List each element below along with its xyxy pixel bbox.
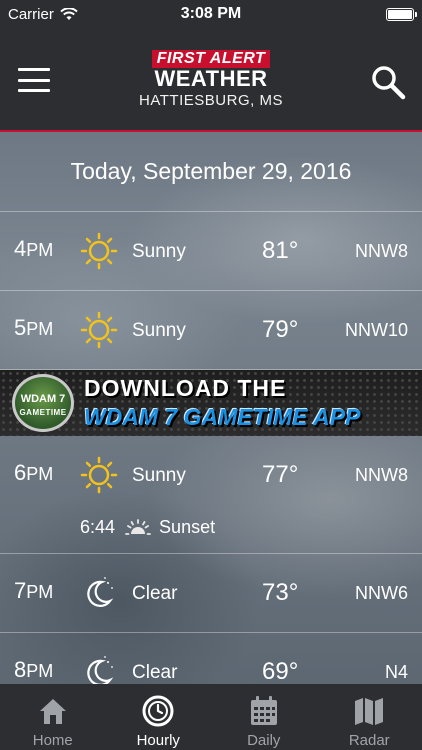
sun-icon (80, 456, 118, 494)
sun-icon (80, 311, 118, 349)
menu-button[interactable] (18, 68, 50, 92)
hour-time: 7PM (14, 578, 53, 604)
temperature: 77° (262, 461, 299, 488)
hour-time: 4PM (14, 236, 53, 262)
menu-icon-bar (18, 68, 50, 71)
hour-time: 6PM (14, 460, 53, 486)
hour-number: 4 (14, 236, 27, 261)
ad-headline: DOWNLOAD THE (84, 375, 287, 401)
ad-banner[interactable]: WDAM 7 GAMETIME DOWNLOAD THE WDAM 7 GAME… (0, 370, 422, 436)
battery-icon (386, 7, 417, 21)
sunset-info: 6:44 Sunset (80, 517, 215, 538)
moon-icon (87, 577, 114, 607)
hour-row[interactable]: 4PM Sunny 81° NNW8 (0, 212, 422, 291)
logo-bottom-text: WEATHER (154, 66, 268, 91)
wdam-logo: WDAM 7 GAMETIME (12, 374, 74, 432)
wind: NNW8 (355, 465, 408, 485)
temperature: 69° (262, 658, 299, 685)
tab-daily[interactable]: Daily (211, 684, 317, 750)
date-heading: Today, September 29, 2016 (0, 132, 422, 212)
hour-ampm: PM (26, 661, 54, 681)
tab-home[interactable]: Home (0, 684, 106, 750)
ad-subheadline: WDAM 7 GAMETIME APP (84, 404, 361, 430)
hour-number: 5 (14, 315, 27, 340)
status-left: Carrier (8, 6, 148, 23)
hour-time: 5PM (14, 315, 53, 341)
wind: NNW8 (355, 241, 408, 261)
tab-label: Radar (348, 732, 390, 749)
hour-number: 6 (14, 460, 27, 485)
hour-ampm: PM (26, 464, 54, 484)
hour-number: 7 (14, 578, 27, 603)
condition-label: Sunny (132, 241, 186, 262)
hour-row[interactable]: 5PM Sunny 79° NNW10 (0, 291, 422, 370)
search-icon[interactable] (370, 64, 406, 100)
carrier-label: Carrier (8, 5, 54, 23)
clock-icon (142, 695, 174, 727)
wind: N4 (384, 662, 408, 682)
tab-radar[interactable]: Radar (317, 684, 422, 750)
battery-fill (388, 9, 412, 19)
temperature: 81° (262, 237, 299, 264)
tab-bar: Home Hourly Daily Radar (0, 684, 422, 750)
hour-time: 8PM (14, 657, 53, 683)
condition-label: Sunny (132, 320, 186, 341)
first-alert-weather-logo: FIRST ALERT WEATHER (152, 50, 270, 90)
status-time: 3:08 PM (180, 5, 242, 22)
wind: NNW6 (355, 583, 408, 603)
condition-label: Clear (132, 583, 178, 604)
hour-ampm: PM (26, 240, 54, 260)
sunset-time: 6:44 (80, 517, 116, 537)
menu-icon-bar (18, 78, 50, 82)
calendar-icon (250, 696, 277, 725)
sunset-icon (125, 518, 151, 535)
hour-ampm: PM (26, 319, 54, 339)
temperature: 79° (262, 316, 299, 343)
tab-hourly[interactable]: Hourly (106, 684, 212, 750)
ad-badge-text: WDAM 7 (20, 393, 66, 405)
temperature: 73° (262, 579, 299, 606)
app-header: FIRST ALERT WEATHER HATTIESBURG, MS (0, 28, 422, 132)
condition-label: Clear (132, 662, 178, 683)
wifi-icon (60, 7, 78, 20)
map-icon (355, 698, 384, 725)
hour-ampm: PM (26, 582, 54, 602)
sun-icon (80, 232, 118, 270)
tab-label: Hourly (136, 732, 180, 749)
hour-number: 8 (14, 657, 27, 682)
home-icon (39, 699, 66, 724)
ad-badge-sub: GAMETIME (19, 408, 67, 417)
wind: NNW10 (344, 320, 408, 340)
condition-label: Sunny (132, 465, 186, 486)
status-right (274, 7, 417, 21)
tab-label: Daily (247, 732, 281, 749)
tab-label: Home (32, 732, 73, 749)
sunset-label: Sunset (159, 517, 216, 537)
location-label: HATTIESBURG, MS (139, 92, 283, 109)
status-bar: Carrier 3:08 PM (0, 0, 422, 28)
hour-row[interactable]: 7PM Clear 73° NNW6 (0, 554, 422, 633)
